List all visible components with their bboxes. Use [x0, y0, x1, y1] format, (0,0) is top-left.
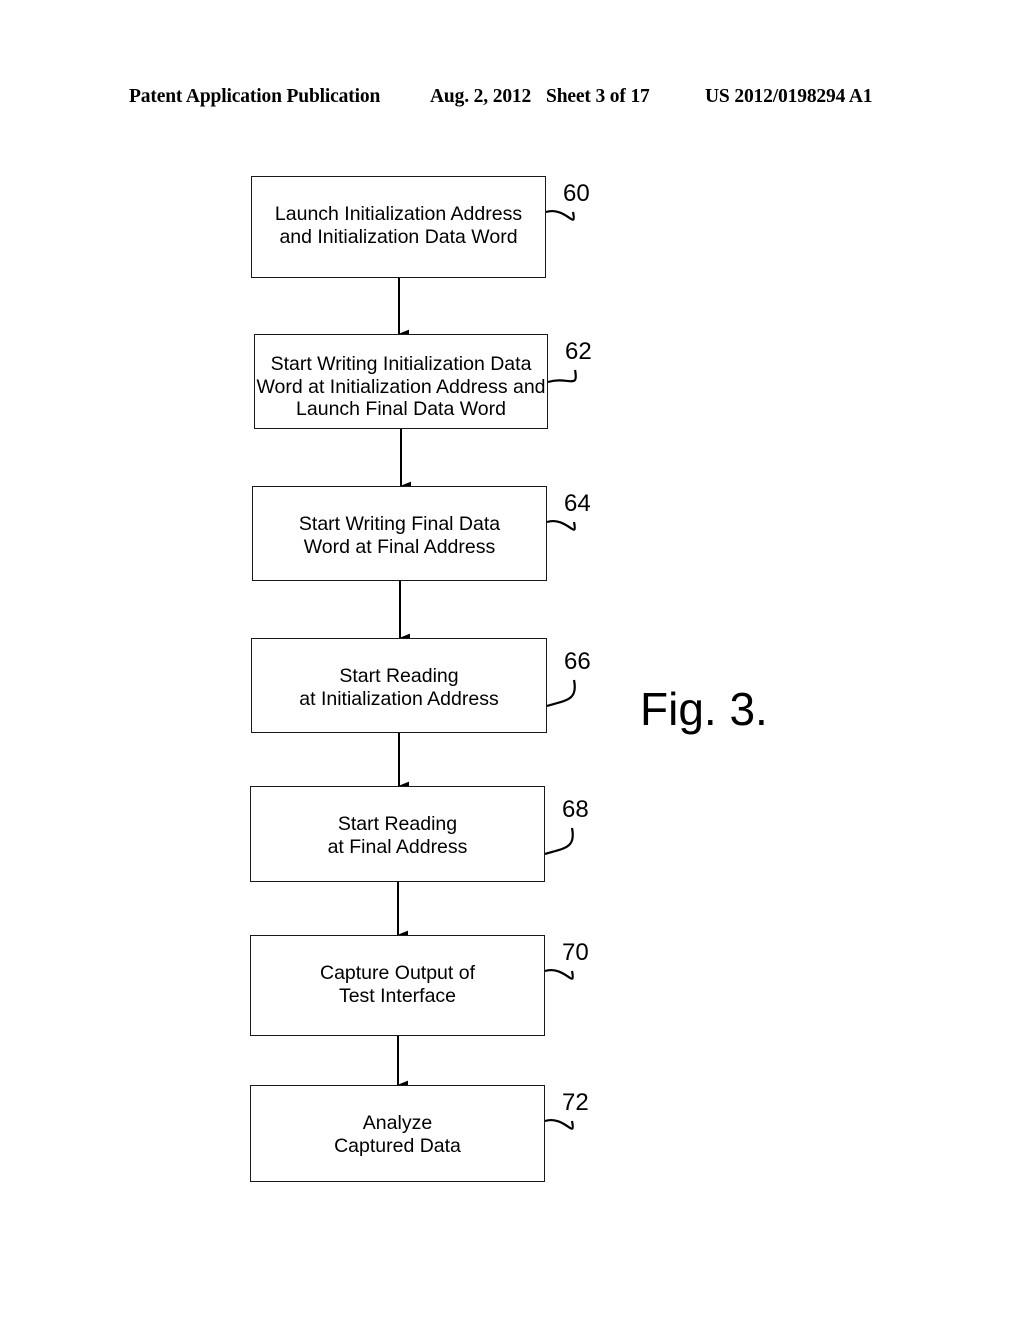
leader-line-64: [546, 519, 576, 531]
flowchart-node-64: Start Writing Final Data Word at Final A…: [252, 486, 547, 581]
flowchart-node-label-72: Analyze Captured Data: [334, 1112, 461, 1157]
flowchart-node-70: Capture Output of Test Interface: [250, 935, 545, 1036]
flowchart-node-68: Start Reading at Final Address: [250, 786, 545, 882]
reference-numeral-62: 62: [565, 338, 592, 365]
flowchart-node-label-60: Launch Initialization Address and Initia…: [274, 203, 523, 248]
figure-caption: Fig. 3.: [640, 683, 768, 735]
reference-numeral-68: 68: [562, 796, 589, 823]
reference-numeral-66: 66: [564, 648, 591, 675]
flowchart-node-label-68: Start Reading at Final Address: [327, 813, 468, 858]
flowchart-node-66: Start Reading at Initialization Address: [251, 638, 547, 733]
leader-line-62: [547, 369, 577, 384]
flowchart-node-label-62: Start Writing Initialization Data Word a…: [256, 353, 546, 420]
patent-figure: Launch Initialization Address and Initia…: [0, 0, 1024, 1320]
flowchart-node-label-70: Capture Output of Test Interface: [319, 962, 475, 1007]
flowchart-node-72: Analyze Captured Data: [250, 1085, 545, 1182]
leader-line-70: [544, 968, 574, 980]
reference-numeral-60: 60: [563, 180, 590, 207]
flowchart-node-label-64: Start Writing Final Data Word at Final A…: [298, 513, 501, 558]
reference-numeral-70: 70: [562, 939, 589, 966]
flowchart-node-label-66: Start Reading at Initialization Address: [299, 665, 499, 710]
reference-numeral-72: 72: [562, 1089, 589, 1116]
leader-line-68: [544, 827, 574, 856]
flowchart-node-62: Start Writing Initialization Data Word a…: [254, 334, 548, 429]
leader-line-66: [546, 679, 576, 708]
leader-line-72: [544, 1118, 574, 1130]
leader-line-60: [545, 209, 575, 221]
reference-numeral-64: 64: [564, 490, 591, 517]
flowchart-node-60: Launch Initialization Address and Initia…: [251, 176, 546, 278]
